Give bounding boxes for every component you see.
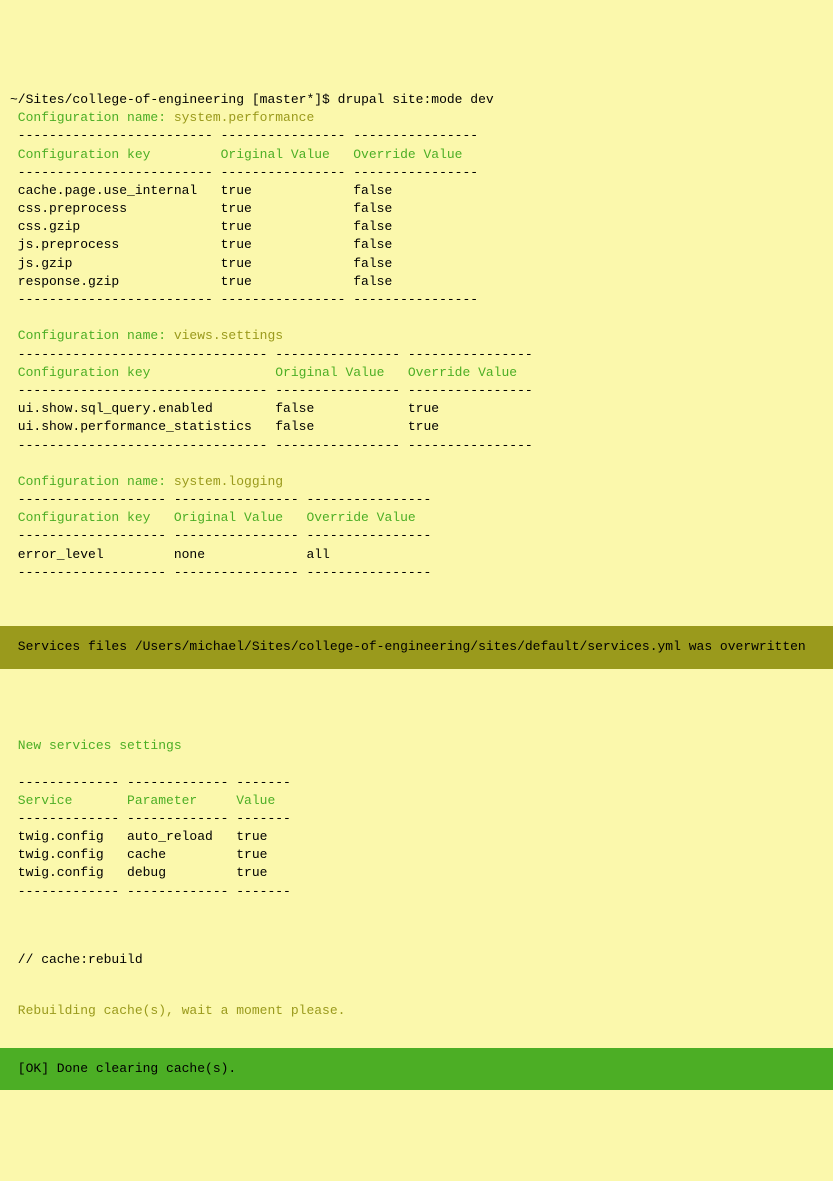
config-label: Configuration name: <box>10 110 174 125</box>
config-label: Configuration name: <box>10 474 174 489</box>
table-divider: -------------------------------- -------… <box>10 347 533 362</box>
config-name: views.settings <box>174 328 283 343</box>
table-header: Service Parameter Value <box>10 793 275 808</box>
table-row: ui.show.performance_statistics false tru… <box>10 419 439 434</box>
table-header: Configuration key Original Value Overrid… <box>10 510 416 525</box>
config-label: Configuration name: <box>10 328 174 343</box>
table-row: twig.config cache true <box>10 847 267 862</box>
shell-command: drupal site:mode dev <box>330 92 494 107</box>
table-row: twig.config debug true <box>10 865 267 880</box>
table-header: Configuration key Original Value Overrid… <box>10 147 462 162</box>
table-row: response.gzip true false <box>10 274 392 289</box>
table-divider: ------------------- ---------------- ---… <box>10 492 431 507</box>
table-divider: ------------- ------------- ------- <box>10 775 291 790</box>
table-divider: ------------------------- --------------… <box>10 292 478 307</box>
table-row: ui.show.sql_query.enabled false true <box>10 401 439 416</box>
shell-prompt: ~/Sites/college-of-engineering [master*]… <box>10 92 330 107</box>
table-divider: ------------------------- --------------… <box>10 165 478 180</box>
config-name: system.performance <box>174 110 314 125</box>
table-row: cache.page.use_internal true false <box>10 183 392 198</box>
ok-banner: [OK] Done clearing cache(s). <box>0 1048 833 1090</box>
table-divider: ------------------- ---------------- ---… <box>10 565 431 580</box>
table-row: css.gzip true false <box>10 219 392 234</box>
table-row: error_level none all <box>10 547 330 562</box>
table-row: js.gzip true false <box>10 256 392 271</box>
terminal-output: ~/Sites/college-of-engineering [master*]… <box>0 73 833 600</box>
config-sections: Configuration name: system.performance -… <box>10 109 823 582</box>
table-row: js.preprocess true false <box>10 237 392 252</box>
table-divider: -------------------------------- -------… <box>10 438 533 453</box>
overwrite-banner: Services files /Users/michael/Sites/coll… <box>0 626 833 668</box>
table-row: twig.config auto_reload true <box>10 829 267 844</box>
table-divider: ------------------- ---------------- ---… <box>10 528 431 543</box>
services-table: ------------- ------------- ------- Serv… <box>10 755 823 901</box>
table-divider: -------------------------------- -------… <box>10 383 533 398</box>
cache-wait-message: Rebuilding cache(s), wait a moment pleas… <box>10 1003 345 1018</box>
cache-comment: // cache:rebuild <box>10 952 143 967</box>
table-row: css.preprocess true false <box>10 201 392 216</box>
services-title: New services settings <box>10 738 182 753</box>
table-divider: ------------- ------------- ------- <box>10 811 291 826</box>
table-divider: ------------- ------------- ------- <box>10 884 291 899</box>
table-divider: ------------------------- --------------… <box>10 128 478 143</box>
table-header: Configuration key Original Value Overrid… <box>10 365 517 380</box>
terminal-output-2: New services settings ------------- ----… <box>0 687 833 1020</box>
config-name: system.logging <box>174 474 283 489</box>
